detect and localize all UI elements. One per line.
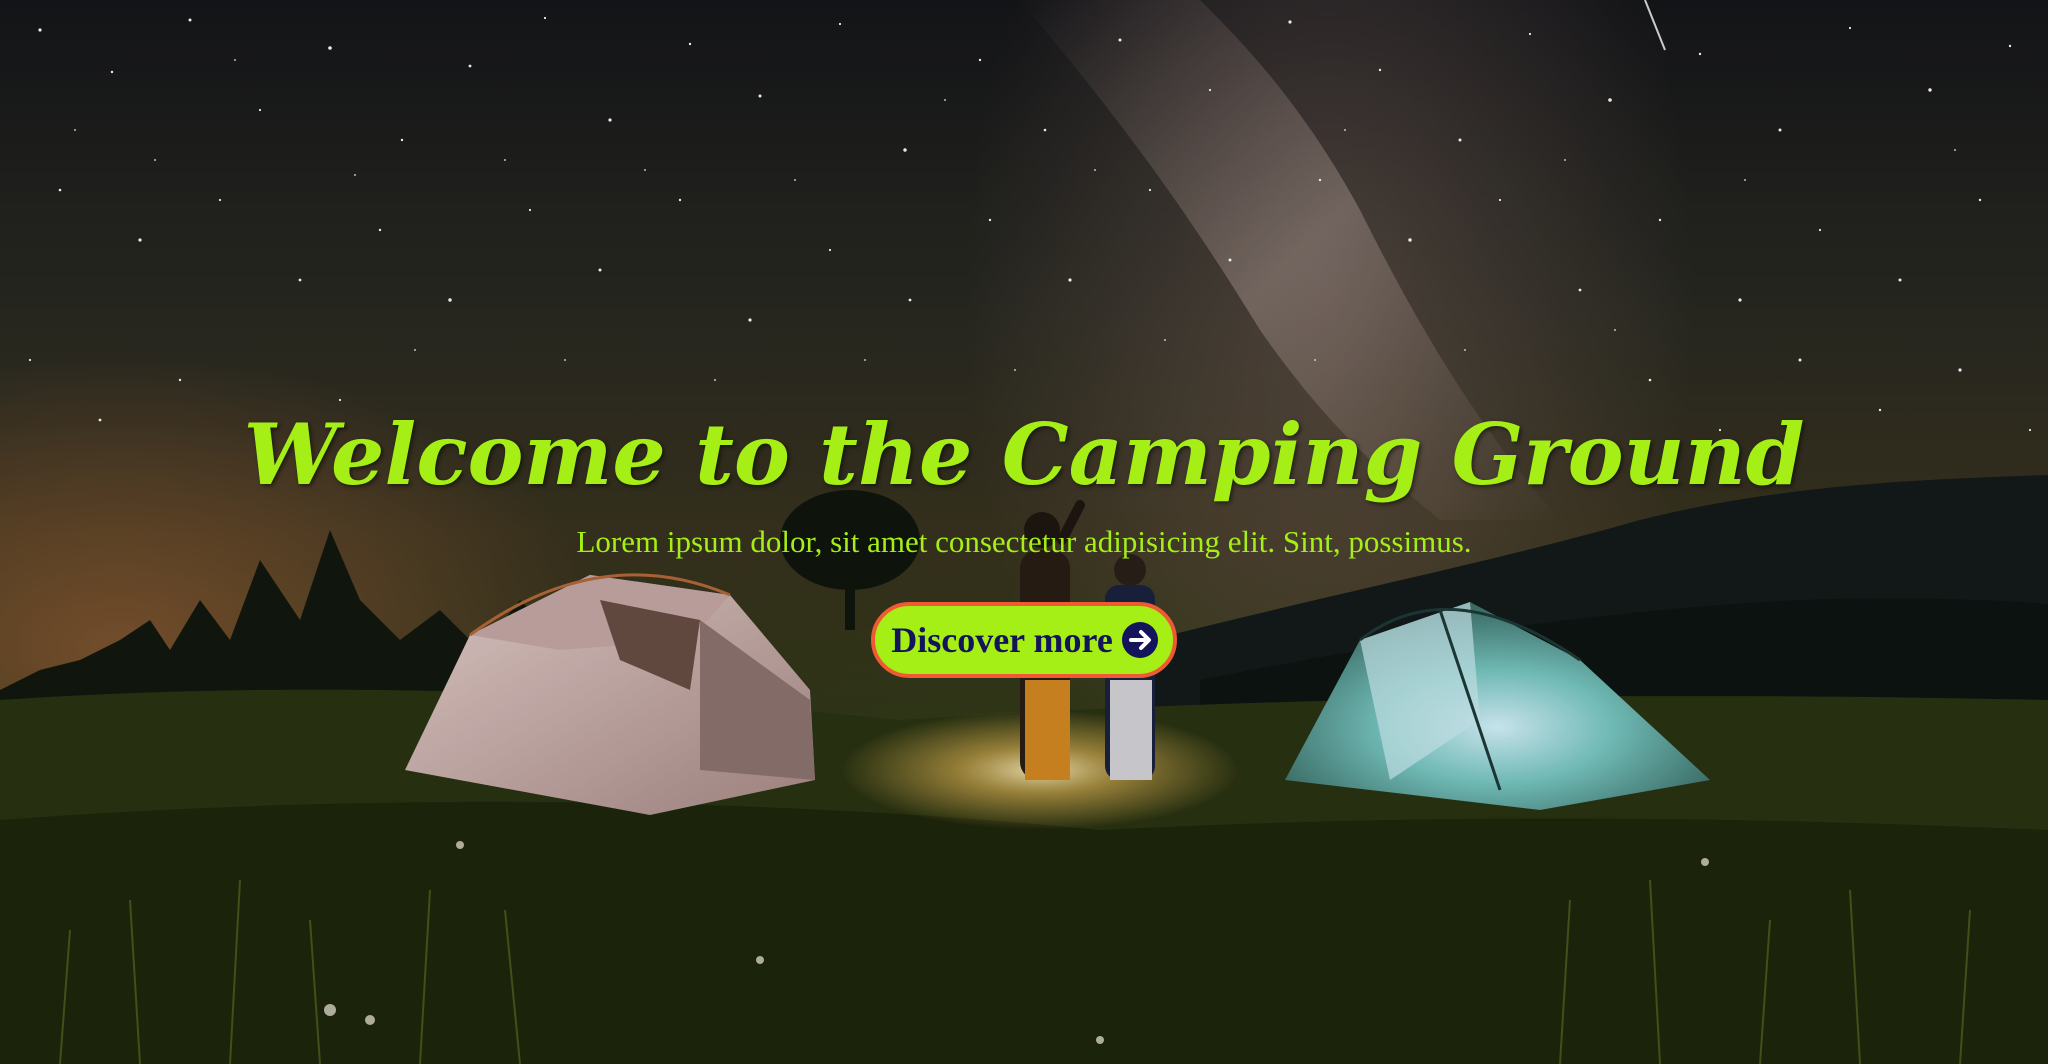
hero-subtitle: Lorem ipsum dolor, sit amet consectetur … [576,524,1472,559]
hero-section: Welcome to the Camping Ground Lorem ipsu… [0,400,2048,678]
arrow-right-circle-icon [1121,621,1159,659]
discover-more-button[interactable]: Discover more [871,602,1177,678]
hero-title: Welcome to the Camping Ground [243,405,1805,504]
discover-more-label: Discover more [891,620,1113,660]
